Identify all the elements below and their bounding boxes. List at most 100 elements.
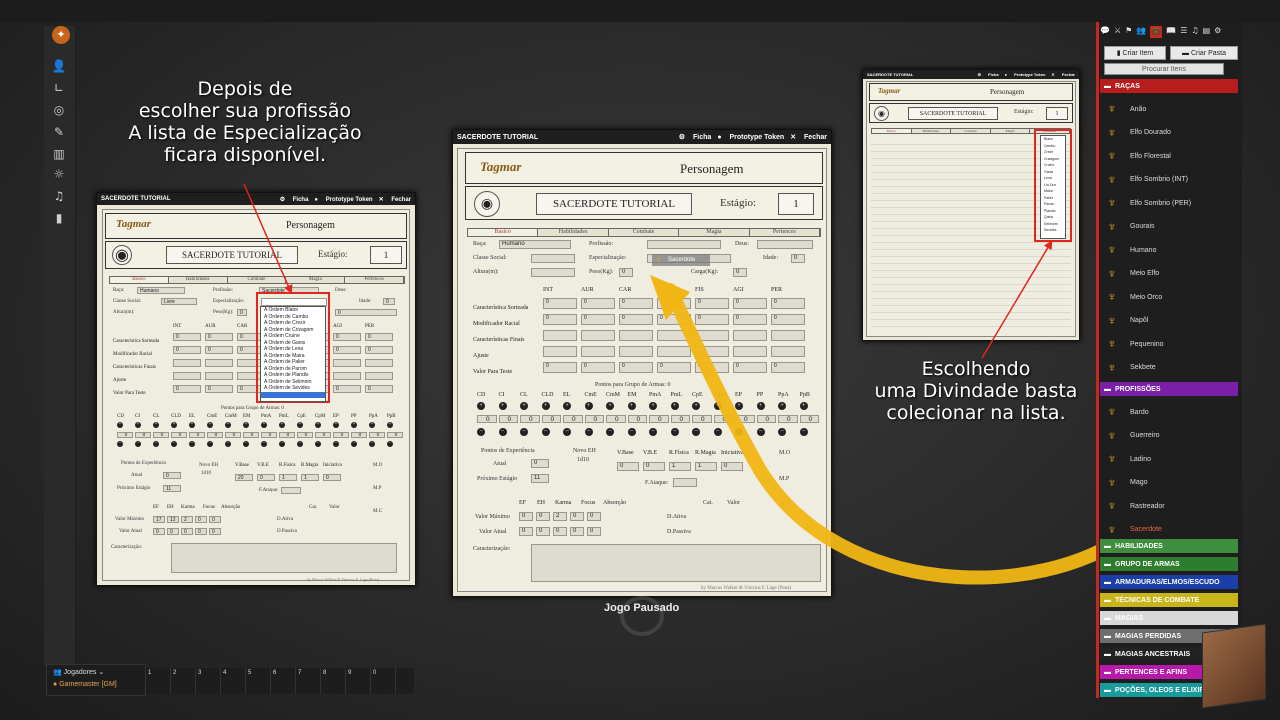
journal-icon[interactable]: 📖 — [1166, 26, 1176, 38]
macro-slot[interactable]: 9 — [346, 668, 371, 694]
playlists-icon[interactable]: ♫ — [1191, 26, 1198, 38]
folder-header[interactable]: ▬ ARMADURAS/ELMOS/ESCUDO — [1100, 575, 1238, 589]
item-entry[interactable]: ♆ Napôl — [1104, 310, 1238, 332]
search-items-input[interactable]: Procurar Itens — [1104, 63, 1224, 75]
red-arrow-left — [243, 183, 293, 295]
item-entry[interactable]: ♆ Rastreador — [1104, 495, 1238, 517]
macro-slot[interactable]: 6 — [271, 668, 296, 694]
folder-header[interactable]: ▬ MAGIAS — [1100, 611, 1238, 625]
macro-slot[interactable]: 5 — [246, 668, 271, 694]
item-token-icon: ♆ — [1107, 359, 1117, 375]
item-entry[interactable]: ♆ Humano — [1104, 239, 1238, 261]
player-gm-name: Gamemaster [GM] — [59, 681, 117, 688]
macro-slot[interactable]: 8 — [321, 668, 346, 694]
player-gm: ● Gamemaster [GM] — [53, 681, 117, 688]
item-name: Elfo Sombrio (PER) — [1130, 199, 1192, 207]
items-icon[interactable]: 💼 — [1150, 26, 1163, 38]
item-entry[interactable]: ♆ Meio Elfo — [1104, 263, 1238, 285]
folder-icon: ▬ — [1104, 82, 1111, 90]
folder-icon: ▬ — [1104, 560, 1111, 568]
item-token-icon: ♆ — [1107, 195, 1117, 210]
item-entry[interactable]: ♆ Sekbete — [1104, 357, 1238, 379]
players-header[interactable]: 👥 Jogadores ⌄ — [47, 665, 145, 679]
settings-icon[interactable]: ⚙ — [1214, 26, 1221, 38]
folder-name: HABILIDADES — [1115, 542, 1163, 550]
annotation-arrows — [243, 183, 1135, 585]
item-name: Ladino — [1130, 455, 1152, 463]
item-entry[interactable]: ♆ Elfo Florestal — [1104, 145, 1238, 167]
item-entry[interactable]: ♆ Sacerdote — [1104, 519, 1238, 541]
item-name: Bardo — [1130, 408, 1149, 416]
item-entry[interactable]: ♆ Pequenino — [1104, 333, 1238, 355]
folder-name: PERTENCES E AFINS — [1115, 668, 1188, 676]
folder-header[interactable]: ▬ GRUPO DE ARMAS — [1100, 557, 1238, 571]
item-name: Guerreiro — [1130, 432, 1160, 439]
folder-name: PROFISSÕES — [1115, 385, 1161, 393]
macro-slot[interactable]: 4 — [221, 668, 246, 694]
create-item-button[interactable]: ▮ Criar Item — [1104, 46, 1166, 60]
folder-icon: ▬ — [1104, 385, 1111, 393]
item-token-icon: ♆ — [1107, 451, 1117, 466]
actors-icon[interactable]: 👥 — [1136, 26, 1146, 38]
item-entry[interactable]: ♆ Elfo Dourado — [1104, 122, 1238, 144]
folder-header[interactable]: ▬ PROFISSÕES — [1100, 382, 1238, 396]
folder-icon: ▬ — [1104, 578, 1111, 586]
folder-header[interactable]: ▬ HABILIDADES — [1100, 539, 1238, 553]
players-title: Jogadores — [63, 669, 97, 676]
item-entry[interactable]: ♆ Mago — [1104, 472, 1238, 494]
macro-slot[interactable]: 2 — [171, 668, 196, 694]
folder-icon: ▬ — [1104, 596, 1111, 604]
folder-header[interactable]: ▬ TÉCNICAS DE COMBATE — [1100, 593, 1238, 607]
item-name: Elfo Florestal — [1130, 152, 1171, 160]
folder-name: POÇÕES, OLEOS E ELIXIRES — [1115, 686, 1214, 694]
item-entry[interactable]: ♆ Bardo — [1104, 401, 1238, 423]
macro-slot[interactable]: 7 — [296, 668, 321, 694]
item-token-icon: ♆ — [1107, 242, 1117, 257]
item-name: Mago — [1130, 479, 1148, 486]
item-token-icon: ♆ — [1107, 312, 1117, 328]
item-entry[interactable]: ♆ Elfo Sombrio (PER) — [1104, 192, 1238, 214]
folder-name: RAÇAS — [1115, 82, 1140, 90]
item-token-icon: ♆ — [1107, 124, 1117, 140]
folder-icon: ▬ — [1104, 668, 1111, 676]
item-entry[interactable]: ♆ Elfo Sombrio (INT) — [1104, 169, 1238, 191]
item-name: Sacerdote — [1130, 526, 1162, 533]
create-folder-label: Criar Pasta — [1190, 49, 1226, 57]
folder-icon: ▬ — [1104, 686, 1111, 694]
combat-icon[interactable]: ⚔ — [1114, 26, 1121, 38]
compendium-icon[interactable]: ▤ — [1203, 26, 1211, 38]
item-entry[interactable]: ♆ Gourais — [1104, 216, 1238, 238]
chat-icon[interactable]: 💬 — [1100, 26, 1110, 38]
item-token-icon: ♆ — [1107, 474, 1117, 490]
item-token-icon: ♆ — [1107, 101, 1117, 116]
create-folder-button[interactable]: ▬ Criar Pasta — [1170, 46, 1238, 60]
item-token-icon: ♆ — [1107, 404, 1117, 419]
folder-name: MAGIAS ANCESTRAIS — [1115, 650, 1191, 658]
item-name: Meio Elfo — [1130, 270, 1160, 277]
item-name: Meio Orco — [1130, 293, 1163, 301]
item-name: Pequenino — [1130, 340, 1164, 348]
item-name: Gourais — [1130, 223, 1155, 230]
item-token-icon: ♆ — [1107, 265, 1117, 281]
item-token-icon: ♆ — [1107, 521, 1117, 537]
scenes-icon[interactable]: ⚑ — [1125, 26, 1132, 38]
item-name: Humano — [1130, 246, 1157, 254]
item-entry[interactable]: ♆ Anão — [1104, 98, 1238, 120]
item-name: Napôl — [1130, 317, 1149, 324]
item-entry[interactable]: ♆ Guerreiro — [1104, 425, 1238, 447]
item-entry[interactable]: ♆ Meio Orco — [1104, 286, 1238, 308]
folder-name: MAGIAS — [1115, 614, 1143, 622]
macro-slot[interactable]: 1 — [146, 668, 171, 694]
item-name: Elfo Sombrio (INT) — [1130, 176, 1188, 183]
macro-slot[interactable]: 0 — [371, 668, 396, 694]
players-panel[interactable]: 👥 Jogadores ⌄ ● Gamemaster [GM] — [46, 664, 146, 696]
folder-icon: ▬ — [1104, 542, 1111, 550]
folder-header[interactable]: ▬ RAÇAS — [1100, 79, 1238, 93]
item-entry[interactable]: ♆ Ladino — [1104, 448, 1238, 470]
tables-icon[interactable]: ☰ — [1180, 26, 1187, 38]
macro-slot[interactable]: 3 — [196, 668, 221, 694]
macro-hotbar: 1234567890 — [146, 668, 414, 694]
item-name: Sekbete — [1130, 364, 1156, 371]
item-token-icon: ♆ — [1107, 171, 1117, 187]
item-token-icon: ♆ — [1107, 289, 1117, 304]
